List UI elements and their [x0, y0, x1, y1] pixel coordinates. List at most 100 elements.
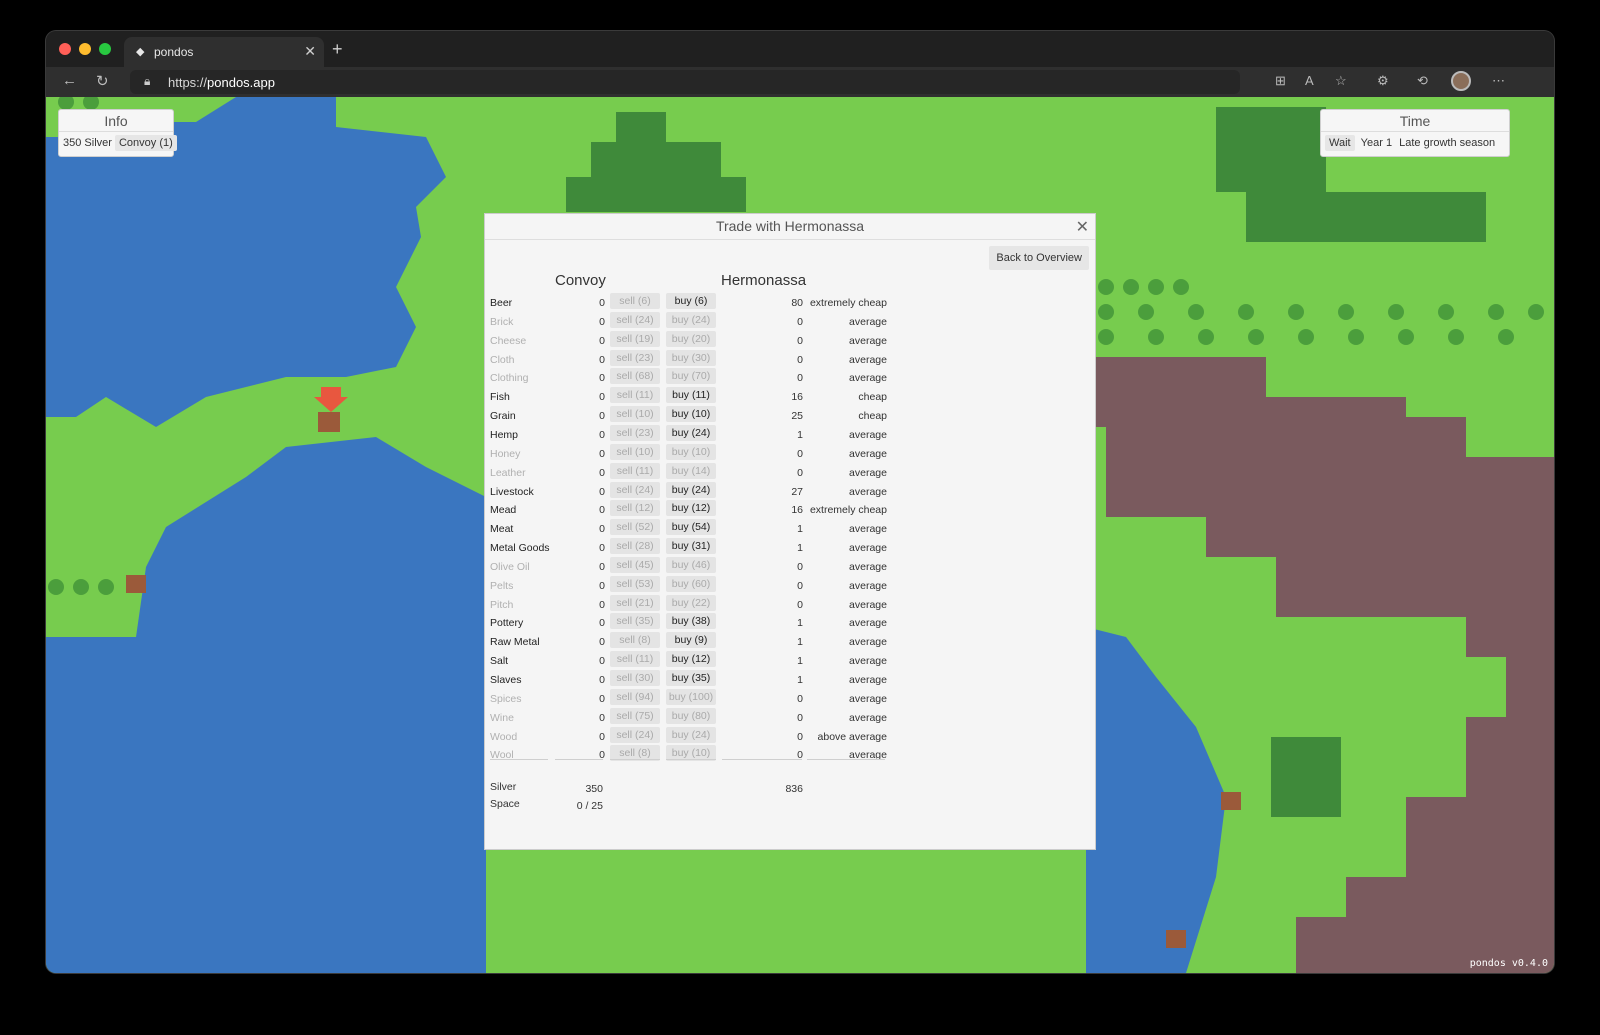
good-name: Leather: [490, 466, 526, 479]
sell-button[interactable]: sell (94): [610, 688, 660, 705]
sell-button[interactable]: sell (11): [610, 462, 660, 479]
price-level: average: [849, 692, 887, 705]
sell-button[interactable]: sell (35): [610, 613, 660, 630]
close-icon[interactable]: ✕: [1076, 217, 1089, 237]
browser-tab[interactable]: ◆ pondos ✕: [124, 37, 324, 67]
profile-avatar-icon[interactable]: [1451, 71, 1471, 91]
sell-button[interactable]: sell (6): [610, 293, 660, 309]
city-stock: 16: [791, 504, 803, 517]
good-name: Raw Metal: [490, 636, 540, 649]
buy-button[interactable]: buy (22): [666, 594, 716, 611]
sell-button[interactable]: sell (10): [610, 406, 660, 423]
good-name: Fish: [490, 391, 510, 404]
buy-button[interactable]: buy (10): [666, 406, 716, 423]
buy-button[interactable]: buy (9): [666, 632, 716, 649]
sell-button[interactable]: sell (45): [610, 556, 660, 573]
game-map[interactable]: Info 350 Silver Convoy (1) Time Wait Yea…: [46, 97, 1554, 973]
season-label: Late growth season: [1399, 137, 1496, 149]
goods-row: Clothing 0 sell (68) buy (70) 0 average: [485, 368, 1095, 387]
back-arrow-icon[interactable]: ←: [62, 72, 77, 89]
address-bar[interactable]: 🔒︎ https://pondos.app: [130, 70, 1240, 94]
forest: [616, 112, 666, 142]
city-stock: 0: [797, 560, 803, 573]
city-stock: 1: [797, 523, 803, 536]
favicon-icon: ◆: [136, 46, 145, 58]
buy-button[interactable]: buy (80): [666, 707, 716, 724]
sell-button[interactable]: sell (24): [610, 726, 660, 743]
city-stock: 1: [797, 655, 803, 668]
buy-button[interactable]: buy (24): [666, 481, 716, 498]
sell-button[interactable]: sell (75): [610, 707, 660, 724]
favorites-star-icon[interactable]: ☆: [1335, 73, 1347, 89]
buy-button[interactable]: buy (70): [666, 368, 716, 385]
more-options-icon[interactable]: ⋯: [1492, 73, 1505, 89]
sell-button[interactable]: sell (24): [610, 311, 660, 328]
sell-button[interactable]: sell (68): [610, 368, 660, 385]
minimize-window-button[interactable]: [79, 43, 91, 55]
sell-button[interactable]: sell (28): [610, 538, 660, 555]
convoy-quantity: 0: [599, 410, 605, 423]
buy-button[interactable]: buy (12): [666, 500, 716, 517]
buy-button[interactable]: buy (11): [666, 387, 716, 404]
buy-button[interactable]: buy (100): [666, 688, 716, 705]
price-level: average: [849, 617, 887, 630]
buy-button[interactable]: buy (14): [666, 462, 716, 479]
convoy-space-value: 0 / 25: [576, 800, 603, 812]
buy-button[interactable]: buy (10): [666, 443, 716, 460]
sell-button[interactable]: sell (11): [610, 387, 660, 404]
reload-icon[interactable]: ↻: [96, 72, 109, 90]
buy-button[interactable]: buy (60): [666, 575, 716, 592]
sell-button[interactable]: sell (53): [610, 575, 660, 592]
new-tab-button[interactable]: +: [332, 39, 343, 60]
city-stock: 0: [797, 372, 803, 385]
goods-row: Mead 0 sell (12) buy (12) 16 extremely cheap: [485, 500, 1095, 519]
buy-button[interactable]: buy (24): [666, 311, 716, 328]
maximize-window-button[interactable]: [99, 43, 111, 55]
convoy-quantity: 0: [599, 655, 605, 668]
grid-icon[interactable]: ⊞: [1275, 73, 1286, 89]
sell-button[interactable]: sell (30): [610, 670, 660, 686]
sell-button[interactable]: sell (23): [610, 424, 660, 441]
goods-row: Raw Metal 0 sell (8) buy (9) 1 average: [485, 632, 1095, 651]
sell-button[interactable]: sell (23): [610, 349, 660, 366]
space-label: Space: [490, 798, 520, 810]
buy-button[interactable]: buy (24): [666, 726, 716, 743]
sell-button[interactable]: sell (8): [610, 632, 660, 649]
close-window-button[interactable]: [59, 43, 71, 55]
convoy-quantity: 0: [599, 560, 605, 573]
buy-button[interactable]: buy (20): [666, 330, 716, 347]
sell-button[interactable]: sell (12): [610, 500, 660, 517]
price-level: average: [849, 542, 887, 555]
buy-button[interactable]: buy (46): [666, 556, 716, 573]
good-name: Hemp: [490, 428, 519, 441]
buy-button[interactable]: buy (54): [666, 519, 716, 536]
sell-button[interactable]: sell (52): [610, 519, 660, 536]
city-stock: 27: [791, 485, 803, 498]
buy-button[interactable]: buy (38): [666, 613, 716, 630]
buy-button[interactable]: buy (12): [666, 651, 716, 668]
buy-button[interactable]: buy (6): [666, 293, 716, 309]
city-stock: 0: [797, 447, 803, 460]
sell-button[interactable]: sell (21): [610, 594, 660, 611]
sell-button[interactable]: sell (19): [610, 330, 660, 347]
sell-button[interactable]: sell (11): [610, 651, 660, 668]
good-name: Honey: [490, 447, 521, 460]
extensions-icon[interactable]: ⚙: [1377, 73, 1389, 89]
convoy-button[interactable]: Convoy (1): [114, 135, 177, 151]
sell-button[interactable]: sell (24): [610, 481, 660, 498]
back-to-overview-button[interactable]: Back to Overview: [989, 246, 1089, 270]
history-icon[interactable]: ⟲: [1417, 73, 1428, 89]
buy-button[interactable]: buy (31): [666, 538, 716, 555]
close-tab-icon[interactable]: ✕: [304, 43, 316, 60]
buy-button[interactable]: buy (24): [666, 424, 716, 441]
buy-button[interactable]: buy (30): [666, 349, 716, 366]
silver-label: Silver: [490, 781, 517, 793]
divider: [555, 759, 603, 760]
wait-button[interactable]: Wait: [1325, 135, 1355, 151]
goods-row: Pitch 0 sell (21) buy (22) 0 average: [485, 594, 1095, 614]
city-stock: 1: [797, 617, 803, 630]
buy-button[interactable]: buy (35): [666, 670, 716, 686]
read-aloud-icon[interactable]: A: [1305, 73, 1314, 88]
sell-button[interactable]: sell (10): [610, 443, 660, 460]
city-stock: 0: [797, 315, 803, 328]
